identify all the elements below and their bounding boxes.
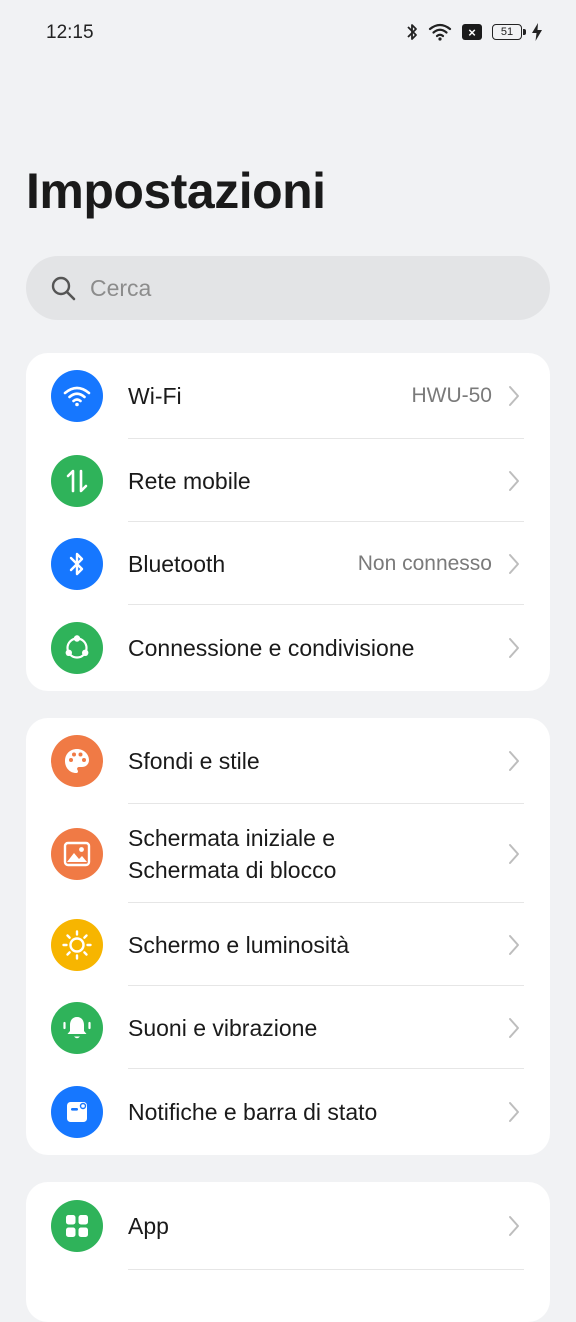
settings-item-label: Bluetooth <box>128 550 226 577</box>
settings-item-value: Non connesso <box>357 551 492 575</box>
bluetooth-status-icon <box>407 24 417 40</box>
settings-item-label: Sfondi e stile <box>128 748 260 774</box>
no-sim-icon: × <box>462 24 482 40</box>
settings-item-label: Notifiche e barra di stato <box>128 1099 378 1125</box>
palette-icon <box>51 735 103 787</box>
bell-icon <box>51 1001 103 1054</box>
settings-item-apps[interactable]: App <box>26 1182 550 1270</box>
settings-item-display-brightness[interactable]: Schermo e luminosità <box>26 903 550 986</box>
settings-item-label: Rete mobile <box>128 467 251 494</box>
divider <box>128 1269 524 1270</box>
settings-item-notifications-statusbar[interactable]: Notifiche e barra di stato <box>26 1069 550 1155</box>
search-icon <box>51 276 76 301</box>
settings-group-apps: App <box>26 1182 550 1322</box>
settings-item-label: Connessione e condivisione <box>128 635 415 661</box>
settings-item-label: Schermata iniziale e Schermata di blocco <box>128 822 508 886</box>
chevron-right-icon <box>509 751 519 771</box>
settings-item-label-line2: Schermata di blocco <box>128 856 337 883</box>
settings-item-connection-sharing[interactable]: Connessione e condivisione <box>26 605 550 691</box>
chevron-right-icon <box>509 1102 519 1122</box>
search-placeholder: Cerca <box>90 274 152 301</box>
chevron-right-icon <box>509 1216 519 1236</box>
settings-item-label: App <box>128 1213 169 1239</box>
battery-level: 51 <box>500 26 514 38</box>
settings-item-wallpaper-style[interactable]: Sfondi e stile <box>26 718 550 804</box>
status-icons: × 51 <box>406 22 542 42</box>
settings-item-value: HWU-50 <box>411 384 492 407</box>
brightness-icon <box>51 918 103 971</box>
status-bar: 12:15 × 51 <box>0 0 576 68</box>
settings-item-mobile-network[interactable]: Rete mobile <box>26 439 550 522</box>
settings-item-sound-vibration[interactable]: Suoni e vibrazione <box>26 986 550 1069</box>
wifi-icon <box>51 370 103 422</box>
picture-icon <box>51 827 103 880</box>
battery-icon: 51 <box>492 24 526 40</box>
settings-item-label-line1: Schermata iniziale e <box>128 824 336 851</box>
charging-icon <box>532 23 542 41</box>
settings-item-label: Schermo e luminosità <box>128 931 350 958</box>
chevron-right-icon <box>509 934 519 955</box>
page-title: Impostazioni <box>26 163 326 219</box>
settings-item-label: Wi-Fi <box>128 383 182 409</box>
search-bar[interactable]: Cerca <box>26 256 550 320</box>
notification-icon <box>51 1086 103 1138</box>
mobile-data-icon <box>51 454 103 507</box>
chevron-right-icon <box>509 1017 519 1038</box>
chevron-right-icon <box>509 843 519 864</box>
settings-group-display: Sfondi e stile Schermata iniziale e Scher… <box>26 718 550 1155</box>
share-icon <box>51 622 103 674</box>
chevron-right-icon <box>509 386 519 406</box>
settings-item-home-lock-screen[interactable]: Schermata iniziale e Schermata di blocco <box>26 804 550 903</box>
status-time: 12:15 <box>46 22 94 43</box>
apps-grid-icon <box>51 1200 103 1252</box>
wifi-status-icon <box>428 23 452 41</box>
bluetooth-icon <box>51 537 103 590</box>
settings-item-label: Suoni e vibrazione <box>128 1014 318 1041</box>
settings-item-wifi[interactable]: Wi-Fi HWU-50 <box>26 353 550 439</box>
settings-item-bluetooth[interactable]: Bluetooth Non connesso <box>26 522 550 605</box>
chevron-right-icon <box>509 553 519 574</box>
chevron-right-icon <box>509 638 519 658</box>
settings-group-connectivity: Wi-Fi HWU-50 Rete mobile Bluetooth Non c… <box>26 353 550 691</box>
chevron-right-icon <box>509 470 519 491</box>
